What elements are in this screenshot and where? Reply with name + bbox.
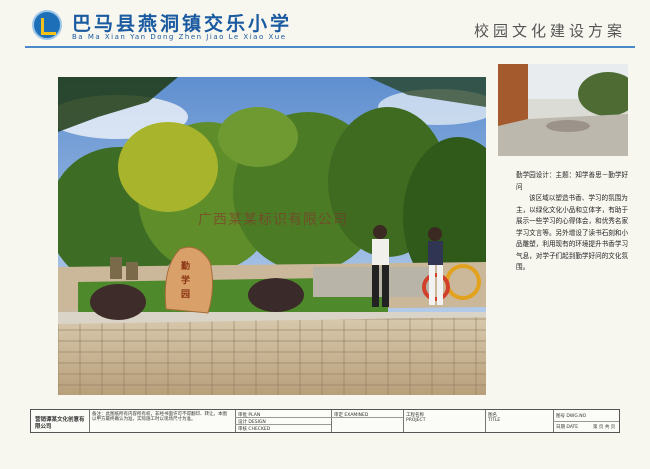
description-heading: 勤学园设计：主题：知学善思－勤学好问 bbox=[516, 171, 629, 191]
design-description: 勤学园设计：主题：知学善思－勤学好问 该区域以塑造书香、学习的氛围为主，以绿化文… bbox=[516, 170, 634, 274]
site-photo-scene bbox=[498, 64, 628, 156]
date-label: 日期 DATE bbox=[556, 425, 579, 430]
stone-inscription: 勤学园 bbox=[181, 262, 191, 300]
page-label: 第 页 共 页 bbox=[593, 425, 616, 430]
page-header: 巴马县燕洞镇交乐小学 Ba Ma Xian Yan Dong Zhen Jiao… bbox=[0, 0, 650, 50]
site-photo bbox=[498, 64, 628, 156]
checked-label: 审核 CHECKED bbox=[238, 427, 271, 432]
company-name: 营销谭某文化创意有限公司 bbox=[35, 417, 85, 430]
notes: 备注：此图纸所有内容所有权，非经书面许可不得翻印、转让。本图以甲方最终确认为准，… bbox=[92, 412, 227, 422]
title-block: 营销谭某文化创意有限公司 备注：此图纸所有内容所有权，非经书面许可不得翻印、转让… bbox=[30, 409, 620, 433]
school-logo bbox=[32, 10, 62, 40]
title-block-divider bbox=[403, 410, 404, 432]
title-block-divider bbox=[485, 410, 486, 432]
title-block-divider bbox=[235, 410, 236, 432]
garden-rendering: 勤学园 广西某某标识有限公司 bbox=[58, 77, 486, 395]
title-label: 图名 TITLE bbox=[488, 413, 501, 423]
school-pinyin: Ba Ma Xian Yan Dong Zhen Jiao Le Xiao Xu… bbox=[72, 33, 287, 41]
plan-title: 校园文化建设方案 bbox=[473, 22, 626, 40]
header-divider bbox=[25, 46, 635, 48]
title-block-divider bbox=[89, 410, 90, 432]
school-name: 巴马县燕洞镇交乐小学 bbox=[72, 13, 293, 35]
title-block-rule bbox=[235, 424, 331, 425]
project-label: 工程名称 PROJECT bbox=[406, 413, 426, 423]
title-block-rule bbox=[235, 417, 403, 418]
watermark: 广西某某标识有限公司 bbox=[198, 212, 348, 228]
title-block-divider bbox=[331, 410, 332, 432]
title-block-rule bbox=[553, 421, 619, 422]
description-body: 该区域以塑造书香、学习的氛围为主，以绿化文化小品和立体字，有助于展示一些学习的心… bbox=[516, 194, 629, 271]
rendering-scene bbox=[58, 77, 486, 395]
dwg-label: 图号 DWG.NO bbox=[556, 414, 587, 419]
